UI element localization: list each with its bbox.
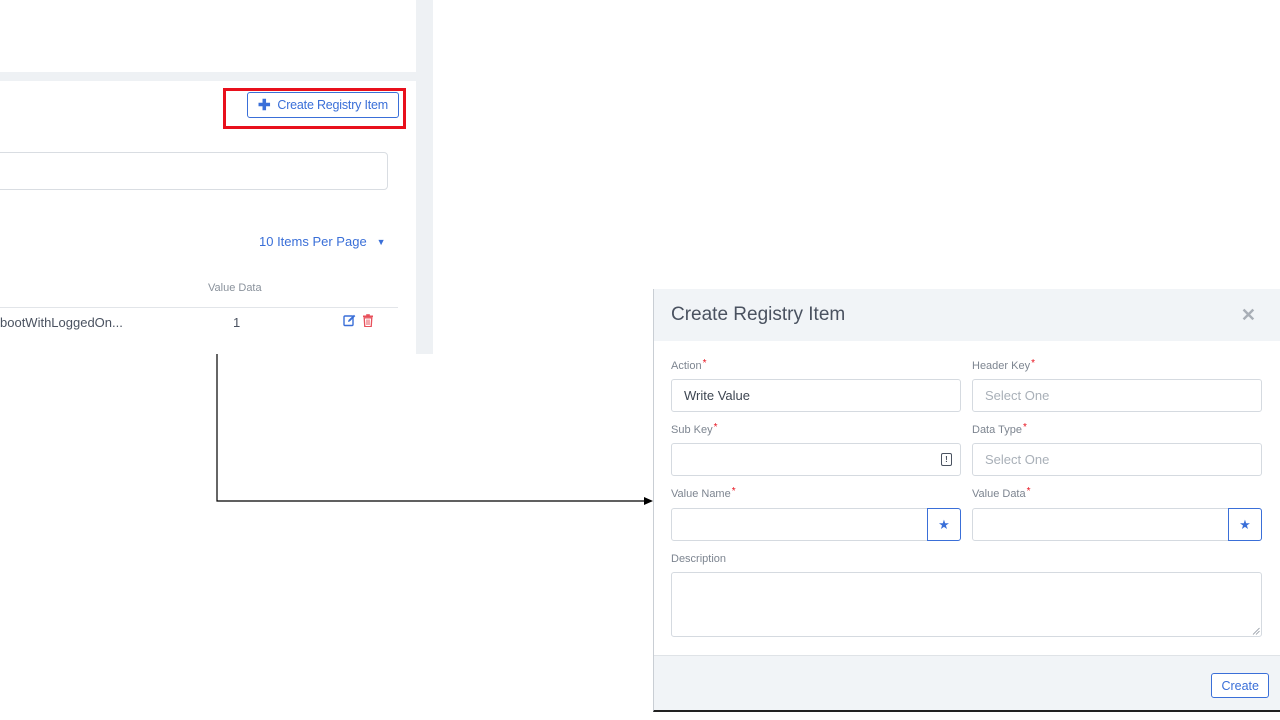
modal-title: Create Registry Item <box>671 304 846 325</box>
plus-icon: ✚ <box>258 96 271 114</box>
create-button[interactable]: Create <box>1211 673 1269 698</box>
sub-key-input[interactable]: ! <box>671 443 961 476</box>
action-value: Write Value <box>684 388 750 403</box>
create-registry-item-label: Create Registry Item <box>277 98 388 112</box>
value-data-input[interactable]: ★ <box>972 508 1262 541</box>
clipboard-icon[interactable]: ! <box>941 453 952 466</box>
items-per-page-label: 10 Items Per Page <box>259 234 367 249</box>
header-key-label: Header Key* <box>972 358 1035 372</box>
action-label: Action* <box>671 358 707 372</box>
header-key-placeholder: Select One <box>985 388 1050 403</box>
data-type-select[interactable]: Select One <box>972 443 1262 476</box>
trash-icon[interactable] <box>362 314 374 327</box>
page-gutter <box>416 0 433 354</box>
top-panel <box>0 0 416 72</box>
star-icon: ★ <box>938 516 950 532</box>
modal-header: Create Registry Item ✕ <box>654 289 1280 341</box>
description-textarea[interactable] <box>671 572 1262 637</box>
description-label: Description <box>671 553 727 565</box>
create-registry-item-modal: Create Registry Item ✕ Action* Write Val… <box>653 289 1280 712</box>
create-registry-item-button[interactable]: ✚ Create Registry Item <box>247 92 399 118</box>
table-cell-value: 1 <box>233 315 241 330</box>
header-key-select[interactable]: Select One <box>972 379 1262 412</box>
items-per-page-dropdown[interactable]: 10 Items Per Page ▼ <box>259 234 386 249</box>
value-data-star-button[interactable]: ★ <box>1228 508 1262 541</box>
search-input[interactable] <box>0 152 388 190</box>
sub-key-label: Sub Key* <box>671 422 718 436</box>
value-name-star-button[interactable]: ★ <box>927 508 961 541</box>
value-name-input[interactable]: ★ <box>671 508 961 541</box>
table-cell-name: bootWithLoggedOn... <box>0 315 123 330</box>
close-icon[interactable]: ✕ <box>1241 305 1256 326</box>
table-row-divider <box>0 307 398 308</box>
data-type-placeholder: Select One <box>985 452 1050 467</box>
value-data-label: Value Data* <box>972 486 1031 500</box>
data-type-label: Data Type* <box>972 422 1027 436</box>
resize-grip-icon[interactable] <box>1252 627 1260 635</box>
column-header-value-data: Value Data <box>208 282 262 294</box>
modal-footer: Create <box>654 655 1280 710</box>
action-select[interactable]: Write Value <box>671 379 961 412</box>
value-name-label: Value Name* <box>671 486 736 500</box>
caret-down-icon: ▼ <box>376 236 386 247</box>
edit-icon[interactable] <box>343 314 356 327</box>
star-icon: ★ <box>1239 516 1251 532</box>
section-divider <box>0 72 416 81</box>
